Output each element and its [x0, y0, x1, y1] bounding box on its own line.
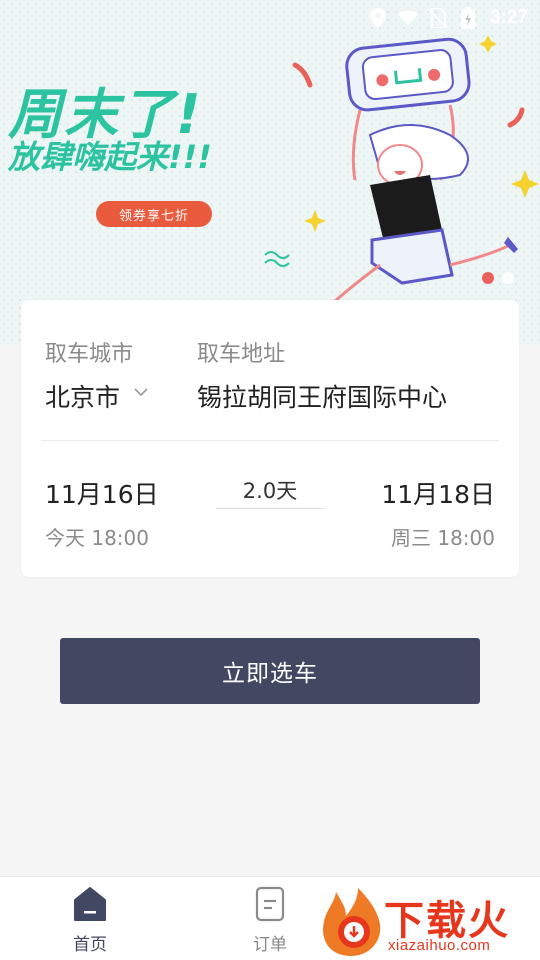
divider: [41, 440, 499, 441]
home-icon: [74, 887, 106, 921]
pickup-time[interactable]: 今天 18:00: [45, 522, 149, 551]
pagination-dot-active[interactable]: [482, 272, 494, 284]
battery-charging-icon: [458, 7, 478, 29]
address-label: 取车地址: [197, 342, 286, 367]
city-label: 取车城市: [45, 342, 134, 367]
city-selector[interactable]: 北京市: [45, 378, 120, 414]
return-time[interactable]: 周三 18:00: [391, 522, 495, 551]
watermark-url: xiazaihuo.com: [388, 937, 491, 954]
coupon-badge[interactable]: 领券享七折: [96, 201, 212, 227]
order-icon: [255, 886, 285, 922]
tab-home-label: 首页: [73, 935, 107, 955]
tab-orders-label: 订单: [253, 935, 287, 955]
banner-pagination: [482, 272, 514, 284]
wifi-icon: [397, 8, 418, 28]
pagination-dot[interactable]: [502, 272, 514, 284]
promo-banner[interactable]: 3:27 周末了! 放肆嗨起来!!! 领券享七折: [0, 0, 540, 345]
location-icon: [368, 8, 388, 28]
return-date[interactable]: 11月18日: [381, 475, 495, 511]
chevron-down-icon[interactable]: [134, 382, 148, 401]
tab-home[interactable]: 首页: [30, 877, 150, 960]
duration-underline: [216, 508, 324, 509]
site-watermark: 下载火 xiazaihuo.com: [318, 884, 540, 960]
status-bar: 3:27: [0, 0, 540, 36]
select-car-button[interactable]: 立即选车: [60, 638, 480, 704]
flame-logo-icon: [323, 888, 381, 956]
address-selector[interactable]: 锡拉胡同王府国际中心: [197, 378, 447, 414]
status-time: 3:27: [489, 7, 528, 28]
tab-orders[interactable]: 订单: [210, 877, 330, 960]
no-sim-icon: [428, 8, 448, 28]
banner-subheadline: 放肆嗨起来!!!: [8, 138, 212, 176]
pickup-date[interactable]: 11月16日: [45, 475, 159, 511]
booking-card: 取车城市 北京市 取车地址 锡拉胡同王府国际中心 11月16日 今天 18:00…: [21, 300, 519, 577]
rental-duration: 2.0天: [242, 479, 298, 503]
